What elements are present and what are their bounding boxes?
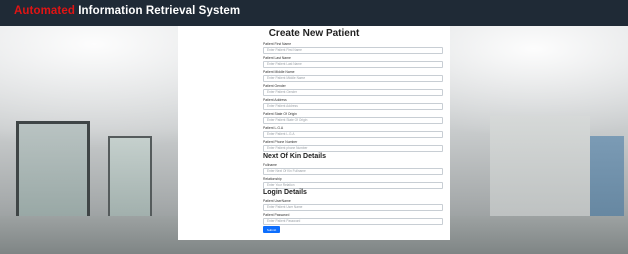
- state-of-origin-input[interactable]: [263, 116, 443, 124]
- last-name-label: Patient Last Name: [263, 56, 291, 60]
- submit-button[interactable]: Submit: [263, 226, 280, 233]
- password-label: Patient Password: [263, 213, 290, 217]
- last-name-input[interactable]: [263, 60, 443, 68]
- top-navbar: Automated Information Retrieval System: [0, 0, 628, 26]
- gender-input[interactable]: [263, 88, 443, 96]
- form-title: Create New Patient: [268, 28, 360, 39]
- kin-fullname-label: Fullname: [263, 163, 277, 167]
- lga-input[interactable]: [263, 130, 443, 138]
- kin-relationship-input[interactable]: [263, 181, 443, 189]
- username-input[interactable]: [263, 203, 443, 211]
- password-input[interactable]: [263, 217, 443, 225]
- phone-number-input[interactable]: [263, 144, 443, 152]
- first-name-label: Patient First Name: [263, 42, 292, 46]
- brand-title-text: Information Retrieval System: [74, 5, 241, 17]
- kin-fullname-input[interactable]: [263, 167, 443, 175]
- phone-number-label: Patient Phone Number: [263, 140, 298, 144]
- address-label: Patient Address: [263, 98, 287, 102]
- gender-label: Patient Gender: [263, 84, 286, 88]
- kin-relationship-label: Relationship: [263, 177, 282, 181]
- lga-label: Patient L.G.A: [263, 126, 284, 130]
- app-brand[interactable]: Automated Information Retrieval System: [14, 5, 240, 17]
- address-input[interactable]: [263, 102, 443, 110]
- login-section-heading: Login Details: [263, 189, 307, 196]
- middle-name-input[interactable]: [263, 74, 443, 82]
- create-patient-form: Create New Patient Patient First Name Pa…: [178, 26, 450, 240]
- username-label: Patient UserName: [263, 199, 291, 203]
- state-of-origin-label: Patient State Of Origin: [263, 112, 297, 116]
- kin-section-heading: Next Of Kin Details: [263, 153, 327, 160]
- first-name-input[interactable]: [263, 46, 443, 54]
- middle-name-label: Patient Middle Name: [263, 70, 295, 74]
- brand-accent-text: Automated: [14, 5, 75, 17]
